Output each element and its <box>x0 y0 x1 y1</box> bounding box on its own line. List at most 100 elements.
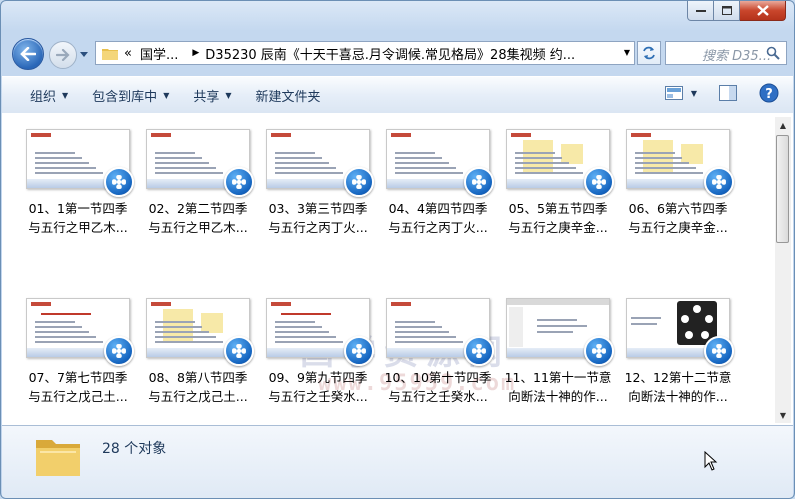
minimize-button[interactable] <box>687 1 714 21</box>
new-folder-label: 新建文件夹 <box>255 89 321 105</box>
navigation-bar: « 国学... ▶ D35230 辰南《十天干喜忌.月令调候.常见格局》28集视… <box>9 35 787 70</box>
chevron-down-icon: ▼ <box>225 90 232 100</box>
file-name: 11、11第十一节意 向断法十神的作... <box>500 368 616 406</box>
address-dropdown-icon[interactable]: ▼ <box>624 48 630 57</box>
arrow-left-icon <box>20 47 36 61</box>
organize-label: 组织 <box>30 89 57 105</box>
video-player-icon <box>224 167 254 197</box>
file-item[interactable]: 06、6第六节四季 与五行之庚辛金... <box>620 129 736 239</box>
preview-pane-icon[interactable] <box>719 85 737 101</box>
file-name-line2: 与五行之丙丁火... <box>388 220 488 235</box>
chevron-down-icon: ▼ <box>62 90 69 100</box>
file-name-line1: 03、3第三节四季 <box>268 201 368 216</box>
share-label: 共享 <box>193 89 220 105</box>
refresh-button[interactable] <box>637 41 661 65</box>
video-player-icon <box>464 336 494 366</box>
caption-buttons <box>687 1 786 21</box>
scroll-down-icon[interactable]: ▼ <box>775 407 791 423</box>
file-item[interactable]: 07、7第七节四季 与五行之戊己土... <box>20 298 136 408</box>
file-name-line2: 向断法十神的作... <box>628 389 728 404</box>
address-bar[interactable]: « 国学... ▶ D35230 辰南《十天干喜忌.月令调候.常见格局》28集视… <box>95 41 635 65</box>
video-player-icon <box>464 167 494 197</box>
scrollbar-thumb[interactable] <box>776 135 789 243</box>
organize-menu[interactable]: 组织 ▼ <box>18 81 80 109</box>
share-menu[interactable]: 共享 ▼ <box>181 81 243 109</box>
scroll-up-icon[interactable]: ▲ <box>775 117 791 133</box>
vertical-scrollbar[interactable]: ▲ ▼ <box>775 117 791 423</box>
folder-icon <box>36 440 80 476</box>
file-name: 09、9第九节四季 与五行之壬癸水... <box>260 368 376 406</box>
video-player-icon <box>104 167 134 197</box>
file-item[interactable]: 02、2第二节四季 与五行之甲乙木... <box>140 129 256 239</box>
file-name-line2: 与五行之壬癸水... <box>388 389 488 404</box>
file-name-line1: 09、9第九节四季 <box>268 370 368 385</box>
search-icon <box>766 46 780 60</box>
file-item[interactable]: 12、12第十二节意 向断法十神的作... <box>620 298 736 408</box>
file-name: 03、3第三节四季 与五行之丙丁火... <box>260 199 376 237</box>
refresh-icon <box>643 46 655 60</box>
file-item[interactable]: 01、1第一节四季 与五行之甲乙木... <box>20 129 136 239</box>
file-name-line1: 06、6第六节四季 <box>628 201 728 216</box>
folder-icon <box>102 48 118 60</box>
file-name-line1: 08、8第八节四季 <box>148 370 248 385</box>
include-library-menu[interactable]: 包含到库中 ▼ <box>80 81 181 109</box>
file-name-line1: 01、1第一节四季 <box>28 201 128 216</box>
file-name-line2: 与五行之丙丁火... <box>268 220 368 235</box>
file-item[interactable]: 09、9第九节四季 与五行之壬癸水... <box>260 298 376 408</box>
file-name-line1: 07、7第七节四季 <box>28 370 128 385</box>
file-name-line1: 12、12第十二节意 <box>624 370 732 385</box>
close-button[interactable] <box>740 1 786 21</box>
minimize-icon <box>695 9 706 12</box>
video-player-icon <box>104 336 134 366</box>
new-folder-button[interactable]: 新建文件夹 <box>244 81 333 109</box>
file-item[interactable]: 10、10第十节四季 与五行之壬癸水... <box>380 298 496 408</box>
mouse-cursor-icon <box>704 451 718 471</box>
search-placeholder: 搜索 D35... <box>702 49 772 64</box>
file-name: 08、8第八节四季 与五行之戊己土... <box>140 368 256 406</box>
video-player-icon <box>344 336 374 366</box>
breadcrumb-separator-icon[interactable]: ▶ <box>192 48 199 58</box>
breadcrumb-chevron[interactable]: « <box>124 46 132 61</box>
file-name-line1: 02、2第二节四季 <box>148 201 248 216</box>
file-item[interactable]: 08、8第八节四季 与五行之戊己土... <box>140 298 256 408</box>
chevron-down-icon: ▼ <box>690 88 697 98</box>
file-name: 10、10第十节四季 与五行之壬癸水... <box>380 368 496 406</box>
file-name: 04、4第四节四季 与五行之丙丁火... <box>380 199 496 237</box>
item-count: 28 个对象 <box>102 441 167 457</box>
toolbar-right: ▼ ? <box>664 83 779 103</box>
search-input[interactable]: 搜索 D35... <box>665 41 787 65</box>
video-player-icon <box>704 336 734 366</box>
file-name-line2: 向断法十神的作... <box>508 389 608 404</box>
file-name-line2: 与五行之甲乙木... <box>28 220 128 235</box>
forward-button[interactable] <box>49 41 77 69</box>
file-list: 国学资源网 www.95959.com 01、1第一节四季与五行之甲乙木...0… <box>2 113 793 425</box>
file-name-line2: 与五行之甲乙木... <box>148 220 248 235</box>
file-name-line2: 与五行之庚辛金... <box>508 220 608 235</box>
file-item[interactable]: 05、5第五节四季 与五行之庚辛金... <box>500 129 616 239</box>
svg-text:?: ? <box>765 87 773 102</box>
back-button[interactable] <box>12 38 44 70</box>
breadcrumb-current[interactable]: D35230 辰南《十天干喜忌.月令调候.常见格局》28集视频 约... <box>205 44 575 63</box>
history-dropdown[interactable] <box>79 49 89 59</box>
file-name: 12、12第十二节意 向断法十神的作... <box>620 368 736 406</box>
include-library-label: 包含到库中 <box>92 89 158 105</box>
file-name-line1: 04、4第四节四季 <box>388 201 488 216</box>
view-options-button[interactable]: ▼ <box>664 86 697 100</box>
file-name: 05、5第五节四季 与五行之庚辛金... <box>500 199 616 237</box>
video-player-icon <box>704 167 734 197</box>
details-pane: 28 个对象 <box>2 425 793 498</box>
file-item[interactable]: 03、3第三节四季 与五行之丙丁火... <box>260 129 376 239</box>
breadcrumb-root[interactable]: 国学... <box>140 44 178 63</box>
file-name: 07、7第七节四季 与五行之戊己土... <box>20 368 136 406</box>
file-name-line2: 与五行之戊己土... <box>148 389 248 404</box>
file-name: 01、1第一节四季 与五行之甲乙木... <box>20 199 136 237</box>
help-icon[interactable]: ? <box>759 83 779 103</box>
file-item[interactable]: 04、4第四节四季 与五行之丙丁火... <box>380 129 496 239</box>
file-name-line2: 与五行之戊己土... <box>28 389 128 404</box>
close-icon <box>756 5 769 16</box>
maximize-button[interactable] <box>714 1 740 21</box>
video-player-icon <box>584 336 614 366</box>
file-item[interactable]: 11、11第十一节意 向断法十神的作... <box>500 298 616 408</box>
video-player-icon <box>224 336 254 366</box>
file-name-line2: 与五行之壬癸水... <box>268 389 368 404</box>
